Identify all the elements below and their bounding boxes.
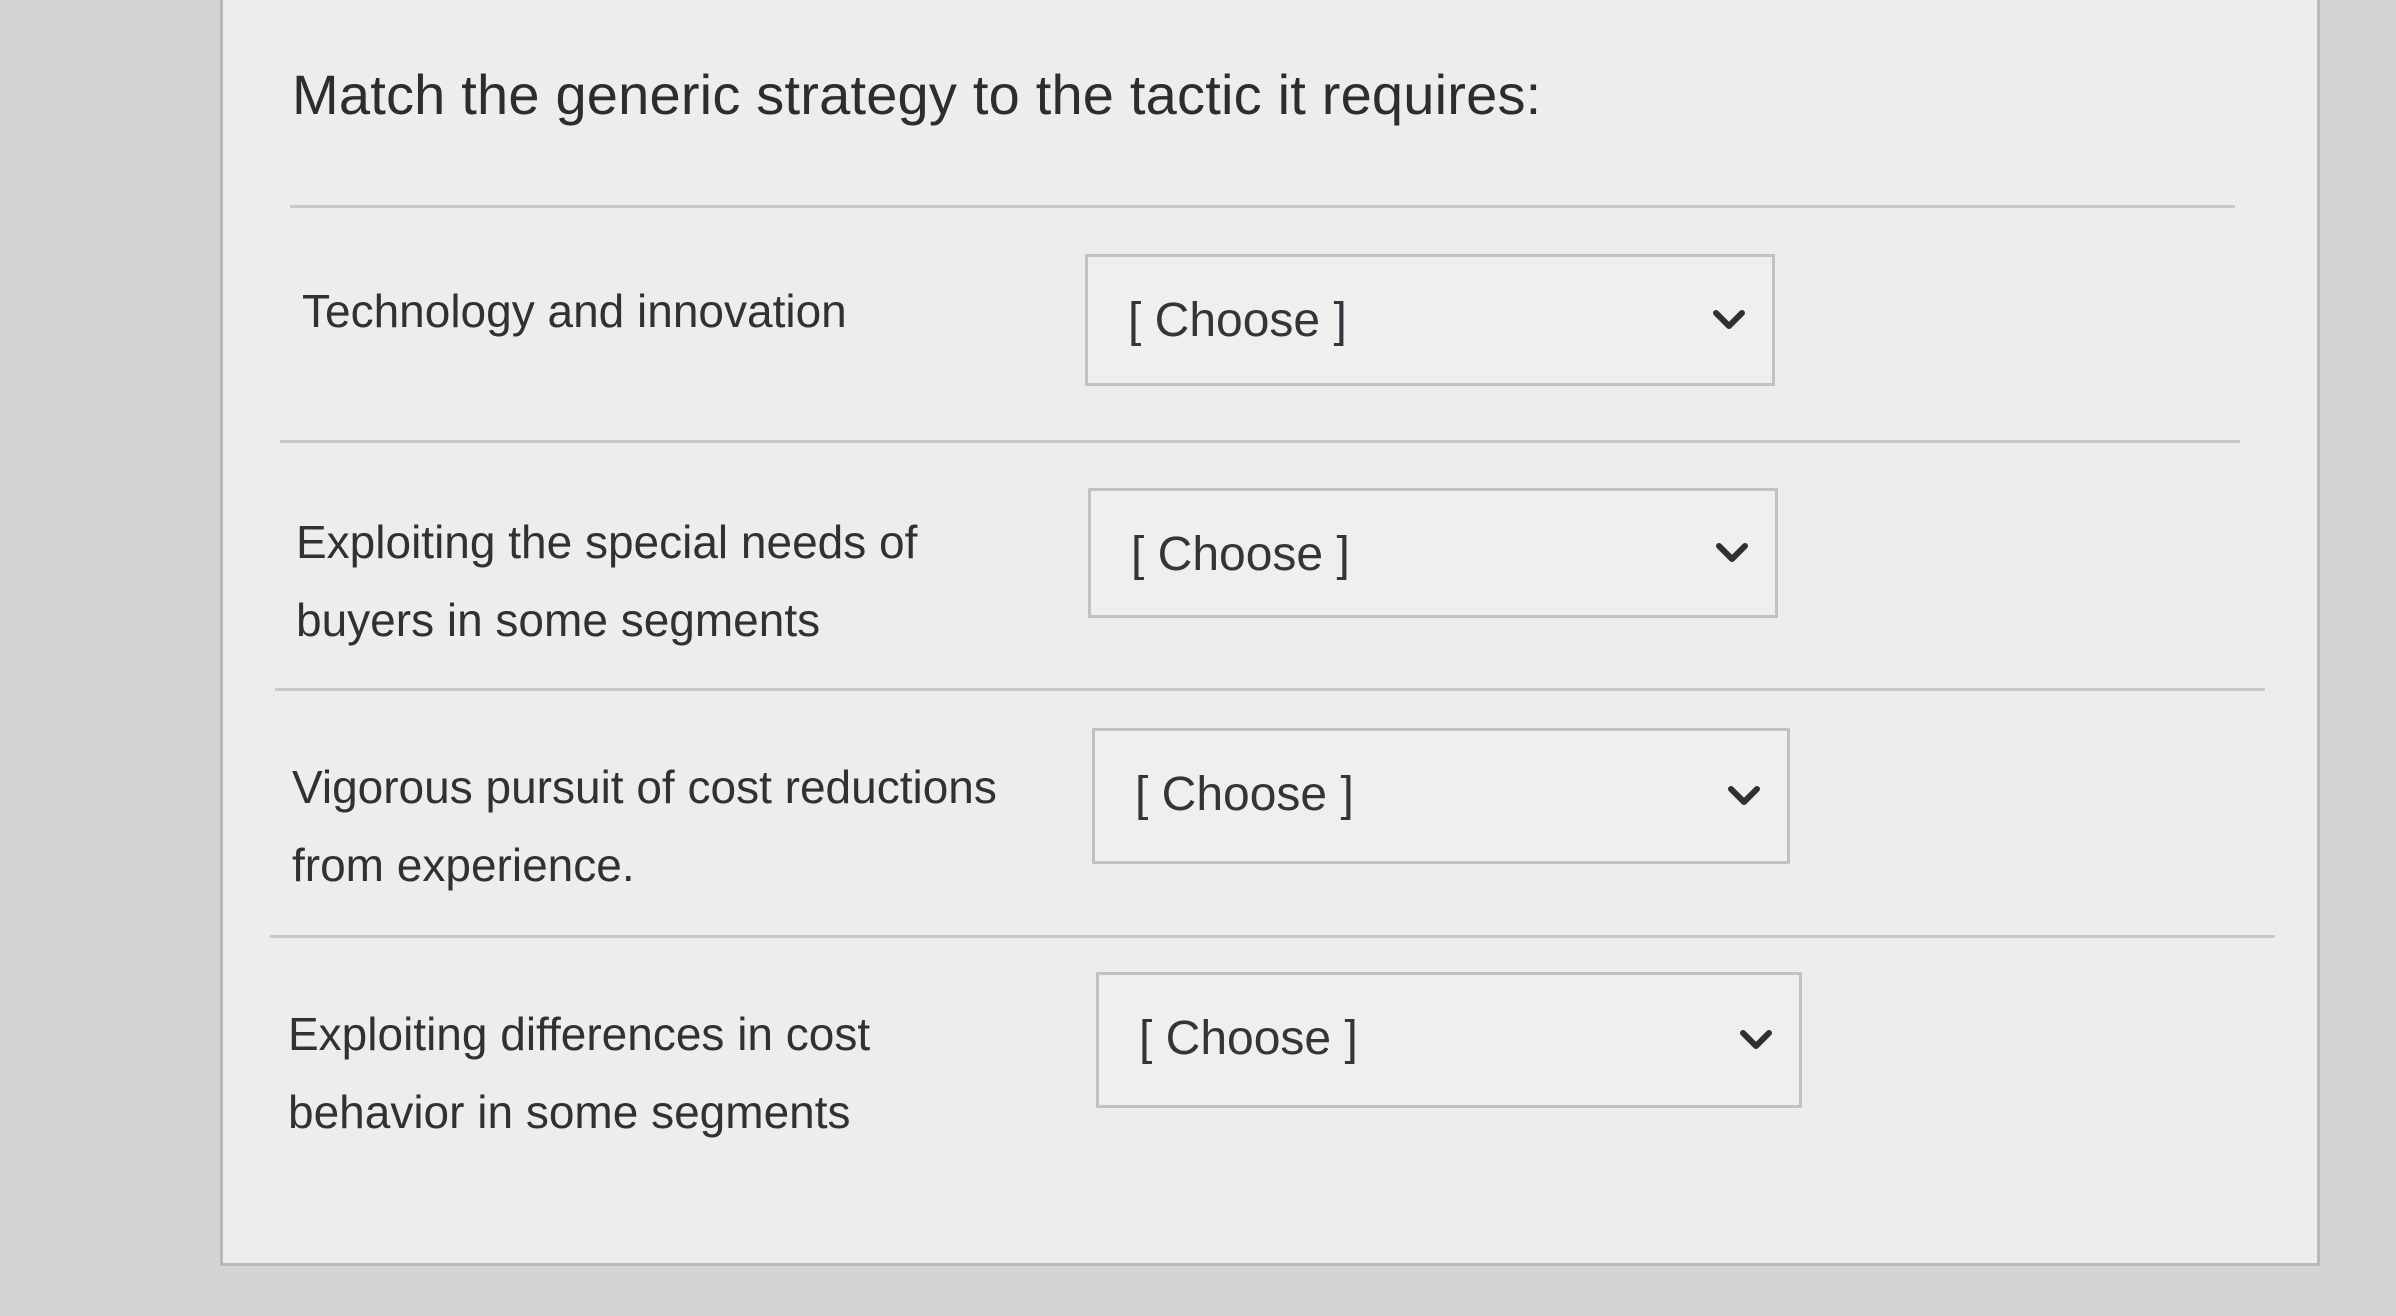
tactic-label-4: Exploiting differences in cost behavior …	[288, 1008, 871, 1138]
divider	[280, 440, 2240, 443]
strategy-select-2[interactable]: [ Choose ]	[1088, 488, 1778, 618]
tactic-label-2: Exploiting the special needs of buyers i…	[296, 516, 918, 646]
select-value: [ Choose ]	[1135, 768, 1354, 821]
select-value: [ Choose ]	[1128, 294, 1347, 347]
strategy-select-1[interactable]: [ Choose ]	[1085, 254, 1775, 386]
strategy-select-4[interactable]: [ Choose ]	[1096, 972, 1802, 1108]
chevron-down-icon	[1712, 308, 1746, 332]
chevron-down-icon	[1739, 1028, 1773, 1052]
tactic-label-1: Technology and innovation	[302, 285, 847, 337]
chevron-down-icon	[1715, 541, 1749, 565]
divider	[290, 205, 2235, 208]
strategy-select-3[interactable]: [ Choose ]	[1092, 728, 1790, 864]
question-prompt: Match the generic strategy to the tactic…	[292, 63, 1542, 126]
select-value: [ Choose ]	[1139, 1012, 1358, 1065]
divider	[270, 935, 2275, 938]
divider	[275, 688, 2265, 691]
tactic-label-3: Vigorous pursuit of cost reductions from…	[292, 761, 997, 891]
chevron-down-icon	[1727, 784, 1761, 808]
select-value: [ Choose ]	[1131, 528, 1350, 581]
